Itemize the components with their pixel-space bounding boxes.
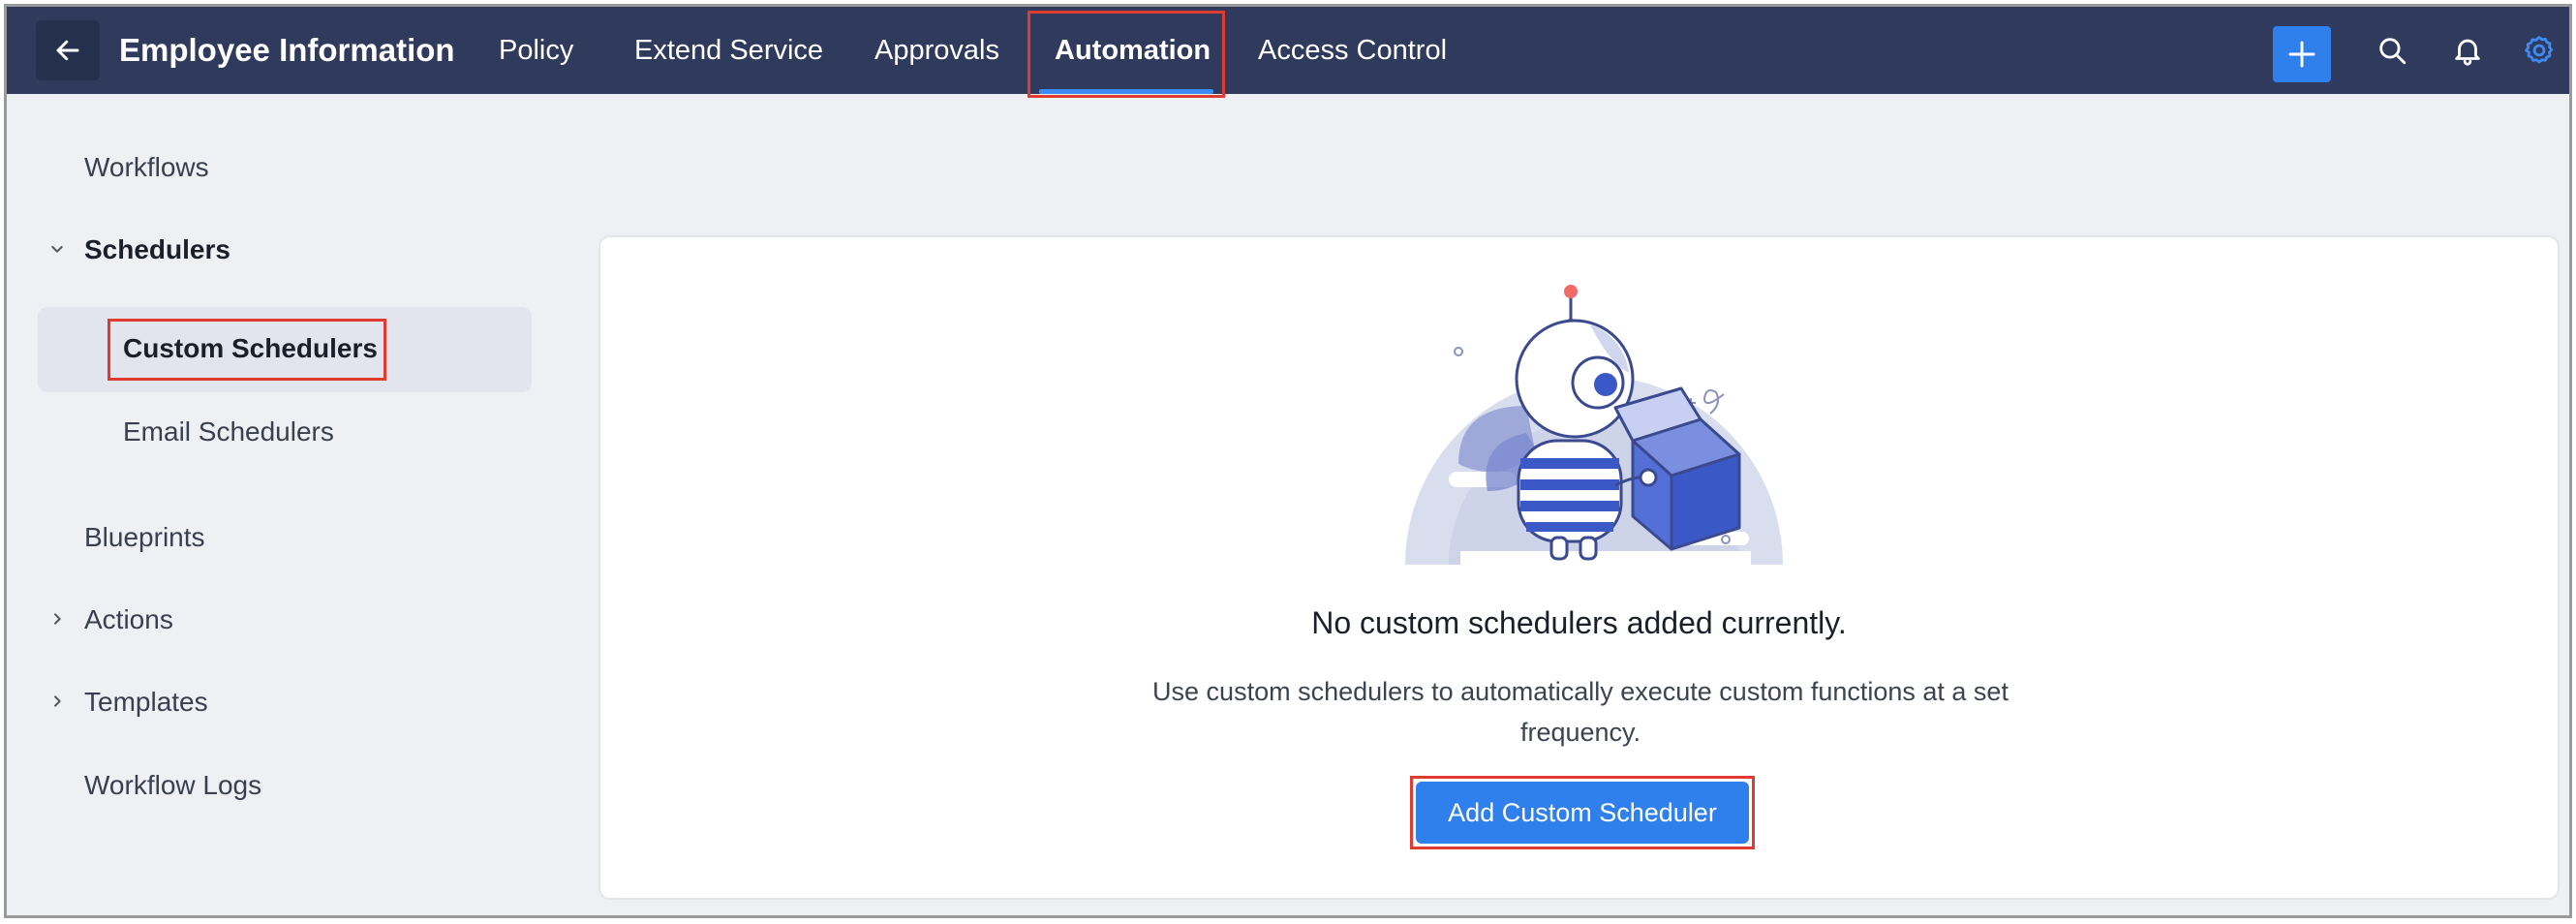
- sidebar-item-workflow-logs[interactable]: Workflow Logs: [84, 770, 261, 801]
- settings-button[interactable]: [2515, 26, 2563, 75]
- sidebar-item-blueprints[interactable]: Blueprints: [84, 522, 205, 553]
- gear-icon: [2525, 36, 2554, 64]
- search-button[interactable]: [2368, 26, 2416, 75]
- bell-icon: [2455, 39, 2480, 66]
- add-custom-scheduler-button[interactable]: Add Custom Scheduler: [1416, 782, 1749, 844]
- tab-automation[interactable]: Automation: [1055, 7, 1211, 94]
- sidebar-item-custom-schedulers[interactable]: Custom Schedulers: [123, 333, 378, 364]
- empty-state-title: No custom schedulers added currently.: [1311, 605, 1847, 640]
- app-window: Employee Information Policy Extend Servi…: [4, 4, 2572, 918]
- chevron-right-icon[interactable]: [49, 690, 65, 715]
- plus-icon: [2288, 41, 2315, 68]
- tab-approvals[interactable]: Approvals: [874, 7, 999, 94]
- notifications-button[interactable]: [2443, 26, 2492, 75]
- top-nav-bar: Employee Information Policy Extend Servi…: [7, 7, 2569, 94]
- add-button[interactable]: [2273, 26, 2331, 82]
- chevron-down-icon[interactable]: [49, 237, 65, 262]
- app-title: Employee Information: [119, 32, 455, 68]
- back-arrow-icon: [56, 40, 79, 61]
- back-button[interactable]: [36, 20, 100, 80]
- empty-state-description: Use custom schedulers to automatically e…: [1152, 677, 2009, 747]
- sidebar-item-actions[interactable]: Actions: [84, 604, 173, 635]
- search-icon: [2379, 38, 2407, 65]
- chevron-right-icon[interactable]: [49, 607, 65, 632]
- tab-extend-service[interactable]: Extend Service: [634, 7, 823, 94]
- tab-access-control[interactable]: Access Control: [1258, 7, 1447, 94]
- active-tab-indicator: [1039, 89, 1213, 94]
- robot-illustration: [1405, 285, 1783, 565]
- sidebar-item-workflows[interactable]: Workflows: [84, 152, 209, 183]
- tab-policy[interactable]: Policy: [499, 7, 573, 94]
- sidebar-item-email-schedulers[interactable]: Email Schedulers: [123, 416, 334, 447]
- sidebar-item-schedulers[interactable]: Schedulers: [84, 234, 230, 265]
- empty-state-card: No custom schedulers added currently. Us…: [598, 235, 2560, 900]
- sidebar-item-templates[interactable]: Templates: [84, 687, 208, 718]
